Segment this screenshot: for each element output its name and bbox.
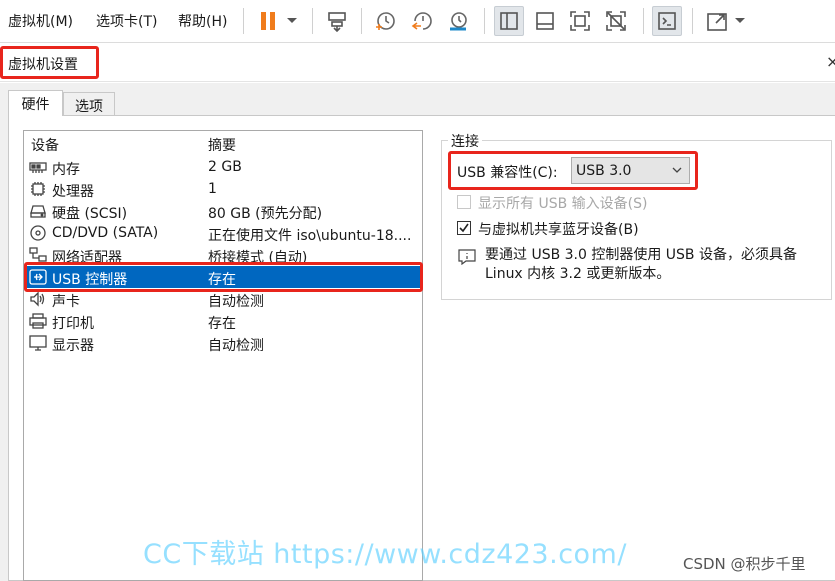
show-all-usb-label: 显示所有 USB 输入设备(S) [478, 196, 648, 212]
info-message: 要通过 USB 3.0 控制器使用 USB 设备，必须具备 Linux 内核 3… [485, 247, 797, 282]
chevron-down-icon[interactable] [280, 6, 304, 36]
cd-icon [30, 225, 46, 241]
device-name: 内存 [52, 162, 80, 178]
unity-icon[interactable] [601, 6, 631, 36]
device-row-cpu[interactable]: 处理器 1 [25, 178, 421, 200]
toolbar-separator [243, 8, 244, 34]
connection-legend: 连接 [448, 131, 482, 151]
toolbar-separator [361, 8, 362, 34]
toolbar-separator [692, 8, 693, 34]
memory-icon [29, 162, 47, 173]
share-bluetooth-checkbox[interactable] [457, 221, 471, 235]
fullscreen-icon[interactable] [565, 6, 595, 36]
cpu-icon [31, 182, 45, 196]
revert-snapshot-icon[interactable] [407, 6, 437, 36]
sound-icon [30, 291, 45, 307]
display-icon [29, 335, 47, 351]
menu-tabs[interactable]: 选项卡(T) [96, 11, 157, 31]
snapshot-manager-icon[interactable] [443, 6, 473, 36]
device-summary: 2 GB [208, 159, 242, 175]
toolbar-separator [312, 8, 313, 34]
device-row-memory[interactable]: 内存 2 GB [25, 156, 421, 178]
tab-hardware[interactable]: 硬件 [8, 90, 63, 116]
device-name: 显示器 [52, 338, 94, 354]
watermark: CC下载站 https://www.cdz423.com/ [143, 539, 627, 570]
tab-options[interactable]: 选项 [63, 92, 115, 116]
menu-vm[interactable]: 虚拟机(M) [8, 11, 73, 31]
device-summary: 80 GB (预先分配) [208, 206, 323, 222]
device-name: 声卡 [52, 294, 80, 310]
device-summary: 正在使用文件 iso\ubuntu-18.... [208, 228, 412, 244]
share-bluetooth-label: 与虚拟机共享蓝牙设备(B) [478, 222, 639, 238]
highlight-box [24, 262, 423, 292]
device-name: 处理器 [52, 184, 94, 200]
device-row-cd-dvd[interactable]: CD/DVD (SATA) 正在使用文件 iso\ubuntu-18.... [25, 222, 421, 244]
device-name: 硬盘 (SCSI) [52, 206, 128, 222]
vm-settings-window: 虚拟机(M) 选项卡(T) 帮助(H) 虚拟机设置 × 硬件 选项 设备 摘要 … [0, 0, 835, 581]
device-row-display[interactable]: 显示器 自动检测 [25, 332, 421, 354]
snapshot-icon[interactable] [370, 6, 400, 36]
device-summary: 存在 [208, 316, 236, 332]
highlight-box [0, 46, 99, 79]
harddisk-icon [30, 205, 46, 218]
pause-icon[interactable] [253, 6, 283, 36]
menubar: 虚拟机(M) 选项卡(T) 帮助(H) [0, 0, 835, 43]
device-summary: 自动检测 [208, 338, 264, 354]
toolbar-separator [643, 8, 644, 34]
menu-help[interactable]: 帮助(H) [178, 11, 227, 31]
device-row-printer[interactable]: 打印机 存在 [25, 310, 421, 332]
chevron-down-icon[interactable] [730, 6, 750, 36]
device-row-harddisk[interactable]: 硬盘 (SCSI) 80 GB (预先分配) [25, 200, 421, 222]
device-name: CD/DVD (SATA) [52, 225, 159, 241]
device-name: 打印机 [52, 316, 94, 332]
column-header-summary[interactable]: 摘要 [208, 135, 236, 155]
send-keys-icon[interactable] [322, 6, 352, 36]
column-header-device[interactable]: 设备 [31, 135, 59, 155]
info-icon [458, 249, 476, 265]
toolbar-separator [484, 8, 485, 34]
device-summary: 自动检测 [208, 294, 264, 310]
device-summary: 1 [208, 181, 217, 197]
printer-icon [29, 313, 47, 329]
thumbnail-bar-icon[interactable] [530, 6, 560, 36]
network-icon [29, 247, 47, 262]
author-credit: CSDN @积步千里 [683, 555, 806, 573]
dialog-titlebar: 虚拟机设置 [0, 44, 835, 82]
highlight-box [448, 151, 698, 190]
console-icon[interactable] [652, 6, 682, 36]
show-sidebar-icon[interactable] [494, 6, 524, 36]
checkmark-icon [459, 223, 469, 233]
stretch-icon[interactable] [702, 6, 732, 36]
show-all-usb-checkbox[interactable] [457, 195, 471, 209]
close-icon[interactable]: × [826, 52, 835, 71]
